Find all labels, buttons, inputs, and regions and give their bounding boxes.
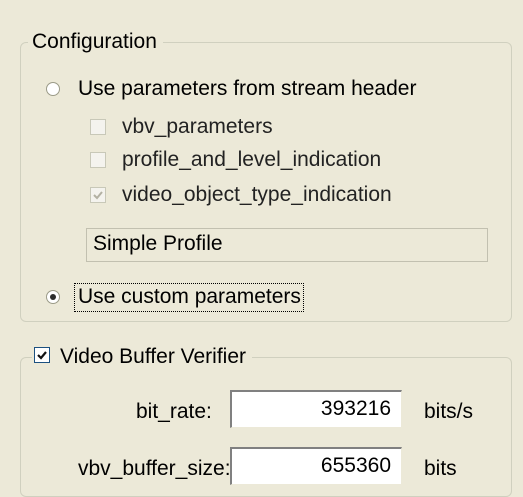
check-mark-icon xyxy=(93,191,103,200)
video-object-type-checkbox xyxy=(90,187,106,203)
vbv-enable-checkbox[interactable] xyxy=(34,347,50,364)
stream-header-radio[interactable] xyxy=(46,82,60,96)
vbv-parameters-label: vbv_parameters xyxy=(122,115,273,138)
bit-rate-unit: bits/s xyxy=(424,400,474,423)
vbv-buffer-size-input[interactable]: 655360 xyxy=(230,447,402,485)
configuration-group-title: Configuration xyxy=(28,30,163,54)
bit-rate-input[interactable]: 393216 xyxy=(230,390,402,428)
profile-and-level-label: profile_and_level_indication xyxy=(122,148,382,171)
profile-readonly-field: Simple Profile xyxy=(86,228,488,262)
vbv-parameters-checkbox xyxy=(90,119,106,135)
vbv-group-title: Video Buffer Verifier xyxy=(32,345,253,369)
video-object-type-label: video_object_type_indication xyxy=(122,183,392,206)
custom-parameters-radio[interactable] xyxy=(46,290,60,304)
profile-and-level-checkbox xyxy=(90,152,106,168)
check-mark-icon xyxy=(37,351,47,361)
vbv-buffer-size-unit: bits xyxy=(424,457,457,480)
vbv-buffer-size-label: vbv_buffer_size: xyxy=(78,457,231,480)
bit-rate-label: bit_rate: xyxy=(136,400,212,423)
stream-header-radio-label[interactable]: Use parameters from stream header xyxy=(78,77,416,101)
focus-rectangle xyxy=(74,283,304,312)
vbv-group-label[interactable]: Video Buffer Verifier xyxy=(60,345,246,368)
